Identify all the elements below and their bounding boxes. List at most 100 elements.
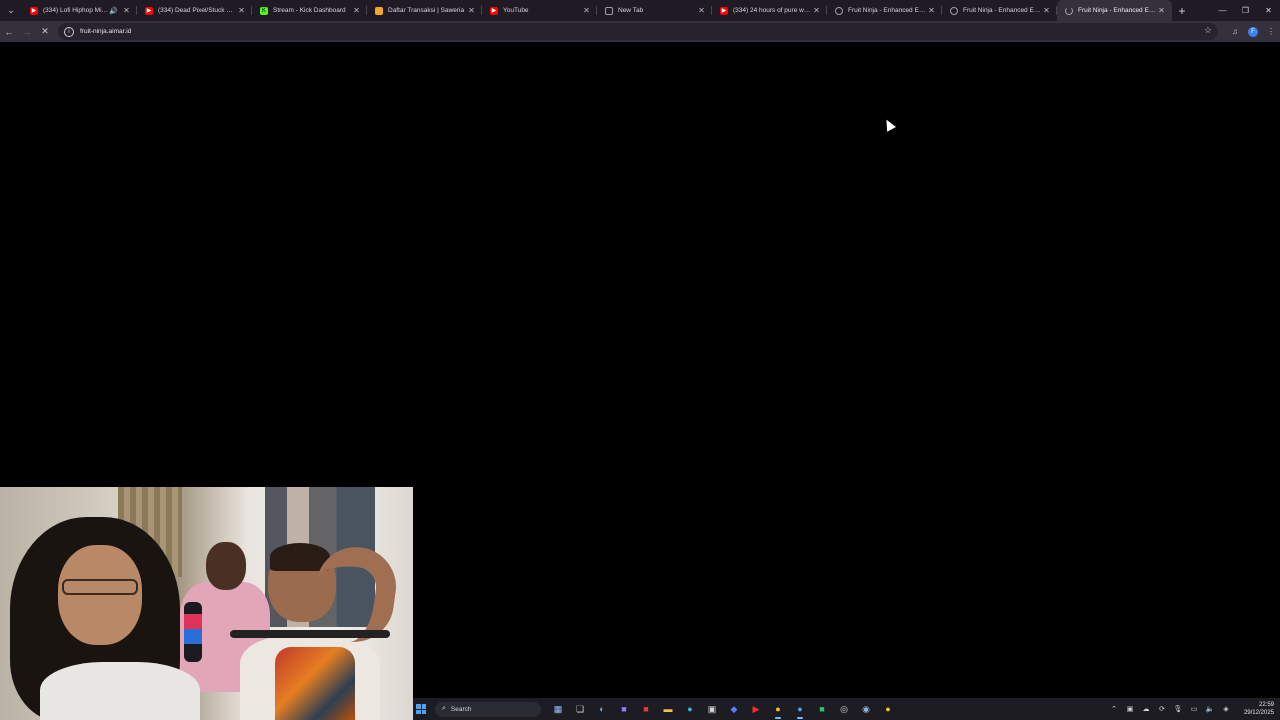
display-icon[interactable]: ▭ [1186,705,1202,713]
system-tray: ⌃ ▣ ☁ ⟳ 🎙 ▭ 🔈 ◈ 22:59 29/12/2025 [1106,698,1280,720]
obs-icon[interactable]: ◎ [833,698,855,720]
steam-icon[interactable]: ◉ [855,698,877,720]
webcam-overlay [0,487,413,720]
site-info-icon[interactable]: i [64,26,74,37]
menu-kebab-icon[interactable]: ⋮ [1262,27,1280,36]
back-button[interactable]: ← [0,21,18,42]
youtube-icon: ▶ [30,6,38,15]
close-icon[interactable]: ✕ [237,6,246,15]
clock[interactable]: 22:59 29/12/2025 [1234,701,1280,717]
browser-tab[interactable]: Fruit Ninja - Enhanced Edition ✕ [827,0,942,21]
forward-button[interactable]: → [18,21,36,42]
window-controls: — ❐ ✕ [1211,0,1280,21]
close-icon[interactable]: ✕ [1042,6,1051,15]
close-icon[interactable]: ✕ [352,6,361,15]
start-button[interactable] [413,698,429,720]
screen: ⌄ ▶ (334) Lofi Hiphop Mix 2025 🔊 ✕ ▶ (33… [0,0,1280,720]
youtube-icon[interactable]: ▶ [745,698,767,720]
app-icon[interactable]: ◆ [723,698,745,720]
tray-app-icon[interactable]: ▣ [1122,705,1138,713]
tab-title: Fruit Ninja - Enhanced Edition [1078,7,1157,14]
browser-tab[interactable]: K Stream - Kick Dashboard ✕ [252,0,367,21]
toolbar-right: ♫ F ⋮ [1226,21,1280,42]
tab-title: New Tab [618,7,644,14]
chrome-profile-icon[interactable]: ● [789,698,811,720]
address-bar[interactable]: i fruit-ninja.aimar.id ☆ [58,23,1218,40]
tab-search-icon[interactable]: ⌄ [0,0,22,21]
task-view-icon[interactable]: ❏ [569,698,591,720]
browser-tab[interactable]: ▶ YouTube ✕ [482,0,597,21]
stop-loading-button[interactable]: ✕ [36,21,54,42]
microphone-icon[interactable]: 🎙 [1170,705,1186,713]
speaker-icon[interactable]: 🔊 [109,7,118,15]
url-text[interactable]: fruit-ninja.aimar.id [80,28,131,35]
browser-toolbar: ← → ✕ i fruit-ninja.aimar.id ☆ ♫ F ⋮ [0,21,1280,42]
tab-title: Daftar Transaksi | Saweria [388,7,465,14]
store-icon[interactable]: ▣ [701,698,723,720]
tab-title: Stream - Kick Dashboard [273,7,346,14]
close-window-button[interactable]: ✕ [1257,0,1280,21]
widgets-icon[interactable]: ▦ [547,698,569,720]
tab-title: YouTube [503,7,529,14]
kick-icon: K [260,6,268,15]
mic-arm [230,630,390,638]
windows-taskbar: ⌕ Search ▦ ❏ ◐ ■ ■ ▬ ● ▣ ◆ ▶ ● ● ■ ◎ ◉ ●… [413,698,1280,720]
person-head [58,545,142,645]
taskbar-apps: ▦ ❏ ◐ ■ ■ ▬ ● ▣ ◆ ▶ ● ● ■ ◎ ◉ ● [547,698,899,720]
browser-tab[interactable]: Daftar Transaksi | Saweria ✕ [367,0,482,21]
browser-tab-active[interactable]: Fruit Ninja - Enhanced Edition ✕ [1057,0,1172,21]
media-controls-icon[interactable]: ♫ [1226,27,1244,36]
windows-icon [416,704,426,714]
new-tab-button[interactable]: + [1172,0,1192,21]
minimize-button[interactable]: — [1211,0,1234,21]
restore-button[interactable]: ❐ [1234,0,1257,21]
wps-icon[interactable]: ■ [635,698,657,720]
network-icon[interactable]: ◈ [1218,705,1234,713]
tab-title: Fruit Ninja - Enhanced Edition [963,7,1042,14]
search-icon: ⌕ [442,705,446,712]
browser-tab[interactable]: ▶ (334) Lofi Hiphop Mix 2025 🔊 ✕ [22,0,137,21]
chevron-up-icon[interactable]: ⌃ [1106,705,1122,713]
browser-tab[interactable]: New Tab ✕ [597,0,712,21]
close-icon[interactable]: ✕ [697,6,706,15]
chrome-icon[interactable]: ● [767,698,789,720]
bookmark-star-icon[interactable]: ☆ [1204,25,1212,36]
person-vest [275,647,355,720]
profile-avatar[interactable]: F [1244,26,1262,37]
chrome-alt-icon[interactable]: ● [877,698,899,720]
youtube-icon: ▶ [490,6,498,15]
file-explorer-icon[interactable]: ▬ [657,698,679,720]
close-icon[interactable]: ✕ [467,6,476,15]
browser-tab-strip: ⌄ ▶ (334) Lofi Hiphop Mix 2025 🔊 ✕ ▶ (33… [0,0,1280,21]
tab-title: (334) 24 hours of pure white s [733,7,812,14]
microphone [184,602,202,662]
globe-icon [950,6,958,15]
close-icon[interactable]: ✕ [812,6,821,15]
taskbar-search[interactable]: ⌕ Search [435,701,541,717]
search-label: Search [450,705,472,713]
browser-tab[interactable]: ▶ (334) Dead Pixel/Stuck Pixel S ✕ [137,0,252,21]
edge-icon[interactable]: ● [679,698,701,720]
sync-icon[interactable]: ⟳ [1154,705,1170,713]
teams-icon[interactable]: ■ [613,698,635,720]
close-icon[interactable]: ✕ [927,6,936,15]
close-icon[interactable]: ✕ [122,6,131,15]
saweria-icon [375,6,383,15]
volume-icon[interactable]: 🔈 [1202,705,1218,713]
close-icon[interactable]: ✕ [582,6,591,15]
youtube-icon: ▶ [720,6,728,15]
tab-title: (334) Dead Pixel/Stuck Pixel S [158,7,237,14]
cloud-icon[interactable]: ☁ [1138,705,1154,713]
person-head [206,542,246,590]
clock-date: 29/12/2025 [1243,710,1274,716]
loading-icon [1065,6,1073,15]
person-body [40,662,200,720]
browser-tab[interactable]: ▶ (334) 24 hours of pure white s ✕ [712,0,827,21]
spreadsheet-icon[interactable]: ■ [811,698,833,720]
tab-title: (334) Lofi Hiphop Mix 2025 [43,7,109,14]
copilot-icon[interactable]: ◐ [591,698,613,720]
glasses [62,579,138,595]
browser-tab[interactable]: Fruit Ninja - Enhanced Edition ✕ [942,0,1057,21]
tab-list: ▶ (334) Lofi Hiphop Mix 2025 🔊 ✕ ▶ (334)… [22,0,1172,21]
close-icon[interactable]: ✕ [1157,6,1166,15]
